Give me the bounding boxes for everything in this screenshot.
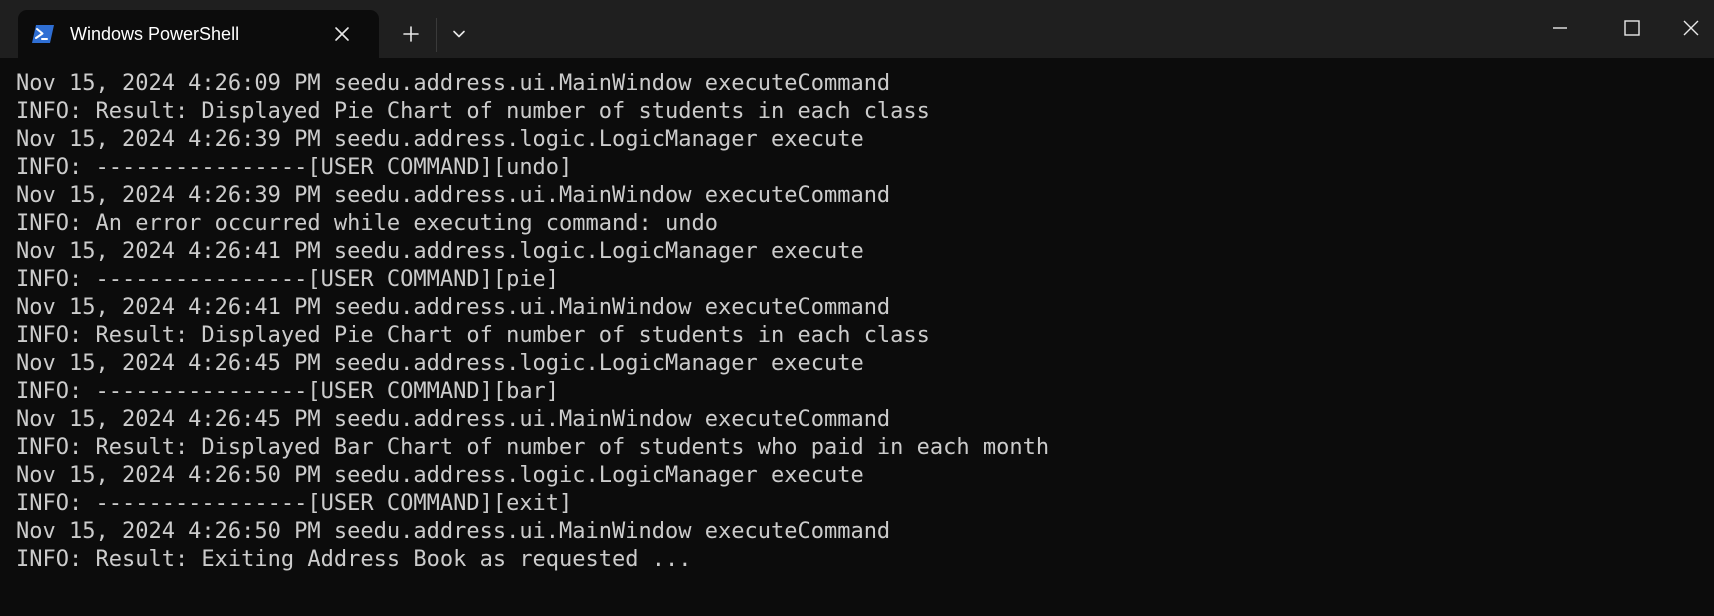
console-line: INFO: ----------------[USER COMMAND][pie… — [16, 267, 560, 292]
title-bar: Windows PowerShell — [0, 0, 1714, 58]
console-line: Nov 15, 2024 4:26:45 PM seedu.address.lo… — [16, 351, 864, 376]
console-line: INFO: Result: Exiting Address Book as re… — [16, 547, 692, 572]
console-line: Nov 15, 2024 4:26:50 PM seedu.address.ui… — [16, 519, 891, 544]
tab-dropdown-button[interactable] — [444, 19, 474, 49]
console-line: Nov 15, 2024 4:26:39 PM seedu.address.ui… — [16, 183, 891, 208]
console-line: INFO: An error occurred while executing … — [16, 211, 718, 236]
chevron-down-icon — [453, 30, 465, 38]
plus-icon — [403, 26, 419, 42]
console-lines: Nov 15, 2024 4:26:09 PM seedu.address.ui… — [16, 70, 1049, 574]
console-line: Nov 15, 2024 4:26:41 PM seedu.address.ui… — [16, 295, 891, 320]
maximize-button[interactable] — [1608, 8, 1654, 48]
tab-divider — [436, 18, 437, 52]
close-window-button[interactable] — [1668, 8, 1714, 48]
console-line: Nov 15, 2024 4:26:09 PM seedu.address.ui… — [16, 71, 891, 96]
tab-windows-powershell[interactable]: Windows PowerShell — [18, 10, 379, 58]
minimize-button[interactable] — [1537, 8, 1583, 48]
tab-close-button[interactable] — [329, 21, 355, 47]
console-line: Nov 15, 2024 4:26:41 PM seedu.address.lo… — [16, 239, 864, 264]
powershell-icon — [31, 24, 55, 44]
console-line: INFO: Result: Displayed Pie Chart of num… — [16, 99, 930, 124]
console-line: INFO: Result: Displayed Bar Chart of num… — [16, 435, 1050, 460]
tab-title: Windows PowerShell — [70, 24, 240, 44]
console-line: INFO: ----------------[USER COMMAND][exi… — [16, 491, 573, 516]
console-line: INFO: ----------------[USER COMMAND][bar… — [16, 379, 560, 404]
console-output-area[interactable]: Nov 15, 2024 4:26:09 PM seedu.address.ui… — [0, 58, 1714, 616]
new-tab-button[interactable] — [396, 19, 426, 49]
console-line: Nov 15, 2024 4:26:50 PM seedu.address.lo… — [16, 463, 864, 488]
minimize-icon — [1553, 27, 1567, 29]
console-line: Nov 15, 2024 4:26:45 PM seedu.address.ui… — [16, 407, 891, 432]
console-line: Nov 15, 2024 4:26:39 PM seedu.address.lo… — [16, 127, 864, 152]
maximize-icon — [1624, 20, 1640, 36]
close-icon — [335, 27, 349, 41]
console-line: INFO: ----------------[USER COMMAND][und… — [16, 155, 573, 180]
console-line: INFO: Result: Displayed Pie Chart of num… — [16, 323, 930, 348]
close-icon — [1683, 20, 1699, 36]
